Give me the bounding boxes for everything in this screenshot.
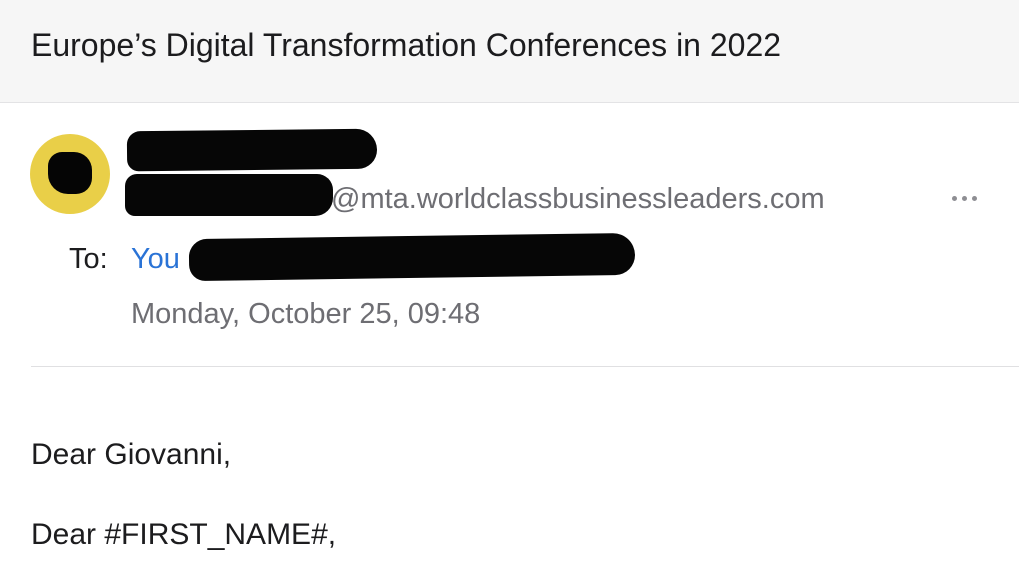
avatar-redaction (48, 152, 92, 194)
header-divider (31, 366, 1019, 367)
more-options-icon[interactable] (950, 196, 980, 202)
email-view: Europe’s Digital Transformation Conferen… (0, 0, 1019, 587)
body-greeting-1: Dear Giovanni, (31, 438, 232, 471)
recipient-you-link[interactable]: You (131, 242, 180, 276)
sender-email-redaction (125, 174, 333, 216)
sender-email-domain[interactable]: @mta.worldclassbusinessleaders.com (331, 182, 825, 216)
email-date: Monday, October 25, 09:48 (131, 298, 481, 330)
subject-header: Europe’s Digital Transformation Conferen… (0, 0, 1019, 103)
email-subject: Europe’s Digital Transformation Conferen… (31, 27, 782, 63)
recipient-redaction (188, 232, 636, 282)
to-label: To: (69, 243, 108, 275)
sender-name-redaction (126, 128, 378, 172)
sender-avatar[interactable] (30, 134, 110, 214)
body-greeting-2: Dear #FIRST_NAME#, (31, 518, 337, 551)
